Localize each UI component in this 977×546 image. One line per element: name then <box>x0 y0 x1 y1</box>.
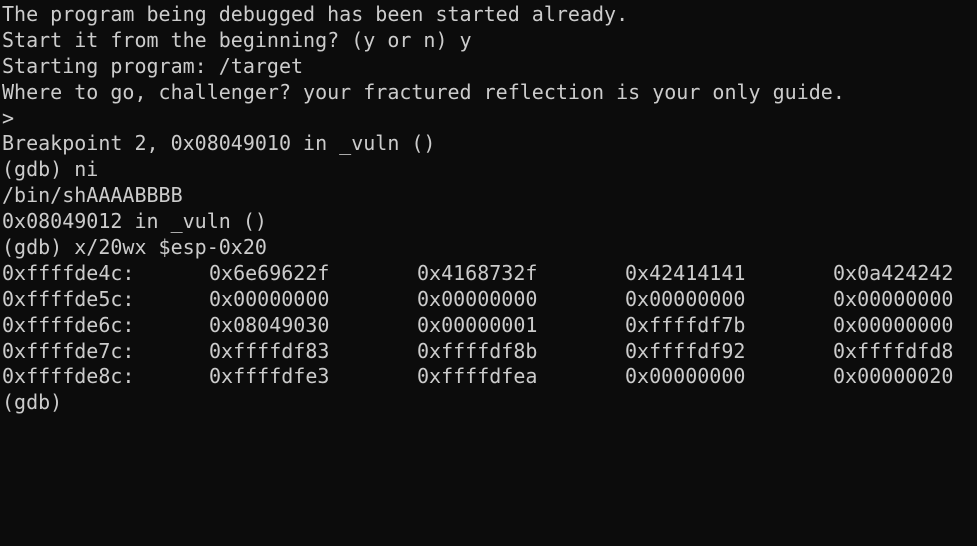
dump-word: 0xffffdf92 <box>625 338 746 363</box>
dump-word: 0x00000000 <box>833 286 954 311</box>
memory-dump-row: 0xffffde4c: 0x6e69622f 0x4168732f 0x4241… <box>2 261 977 287</box>
dump-word: 0x00000000 <box>625 286 746 311</box>
dump-word: 0xffffdf83 <box>209 338 330 363</box>
location-line: 0x08049012 in _vuln () <box>2 209 267 234</box>
dump-word: 0x00000020 <box>833 364 954 389</box>
dump-address: 0xffffde6c: <box>2 312 135 337</box>
dump-word: 0xffffdfe3 <box>209 364 330 389</box>
dump-word: 0x00000000 <box>209 286 330 311</box>
output-line: The program being debugged has been star… <box>2 2 629 26</box>
dump-word: 0xffffdf7b <box>625 312 746 337</box>
gdb-command-line: (gdb) ni <box>2 157 99 182</box>
dump-word: 0x00000000 <box>833 312 954 337</box>
dump-word: 0x00000000 <box>417 286 538 311</box>
dump-word: 0x00000001 <box>417 312 538 337</box>
memory-dump-row: 0xffffde6c: 0x08049030 0x00000001 0xffff… <box>2 313 977 339</box>
dump-address: 0xffffde4c: <box>2 260 135 285</box>
memory-dump-row: 0xffffde8c: 0xffffdfe3 0xffffdfea 0x0000… <box>2 364 977 390</box>
dump-word: 0xffffdfea <box>417 364 538 389</box>
input-prompt-line: > <box>2 105 15 130</box>
dump-address: 0xffffde8c: <box>2 364 135 389</box>
breakpoint-message: Breakpoint 2, 0x08049010 in _vuln () <box>2 131 436 156</box>
dump-word: 0x4168732f <box>417 260 538 285</box>
dump-address: 0xffffde7c: <box>2 338 135 363</box>
dump-word: 0x08049030 <box>209 312 330 337</box>
output-line: Starting program: /target <box>2 53 304 78</box>
output-line: Start it from the beginning? (y or n) y <box>2 27 472 52</box>
gdb-command-line: (gdb) x/20wx $esp-0x20 <box>2 235 267 260</box>
memory-dump-row: 0xffffde5c: 0x00000000 0x00000000 0x0000… <box>2 287 977 313</box>
dump-word: 0x0a424242 <box>833 260 954 285</box>
terminal-window[interactable]: The program being debugged has been star… <box>0 0 977 421</box>
memory-dump-row: 0xffffde7c: 0xffffdf83 0xffffdf8b 0xffff… <box>2 339 977 365</box>
program-output-line: /bin/shAAAABBBB <box>2 183 183 208</box>
output-line: Where to go, challenger? your fractured … <box>2 79 845 104</box>
dump-word: 0xffffdfd8 <box>833 338 954 363</box>
dump-word: 0x42414141 <box>625 260 746 285</box>
dump-word: 0xffffdf8b <box>417 338 538 363</box>
dump-word: 0x6e69622f <box>209 260 330 285</box>
dump-word: 0x00000000 <box>625 364 746 389</box>
dump-address: 0xffffde5c: <box>2 286 135 311</box>
gdb-prompt[interactable]: (gdb) <box>2 390 977 416</box>
